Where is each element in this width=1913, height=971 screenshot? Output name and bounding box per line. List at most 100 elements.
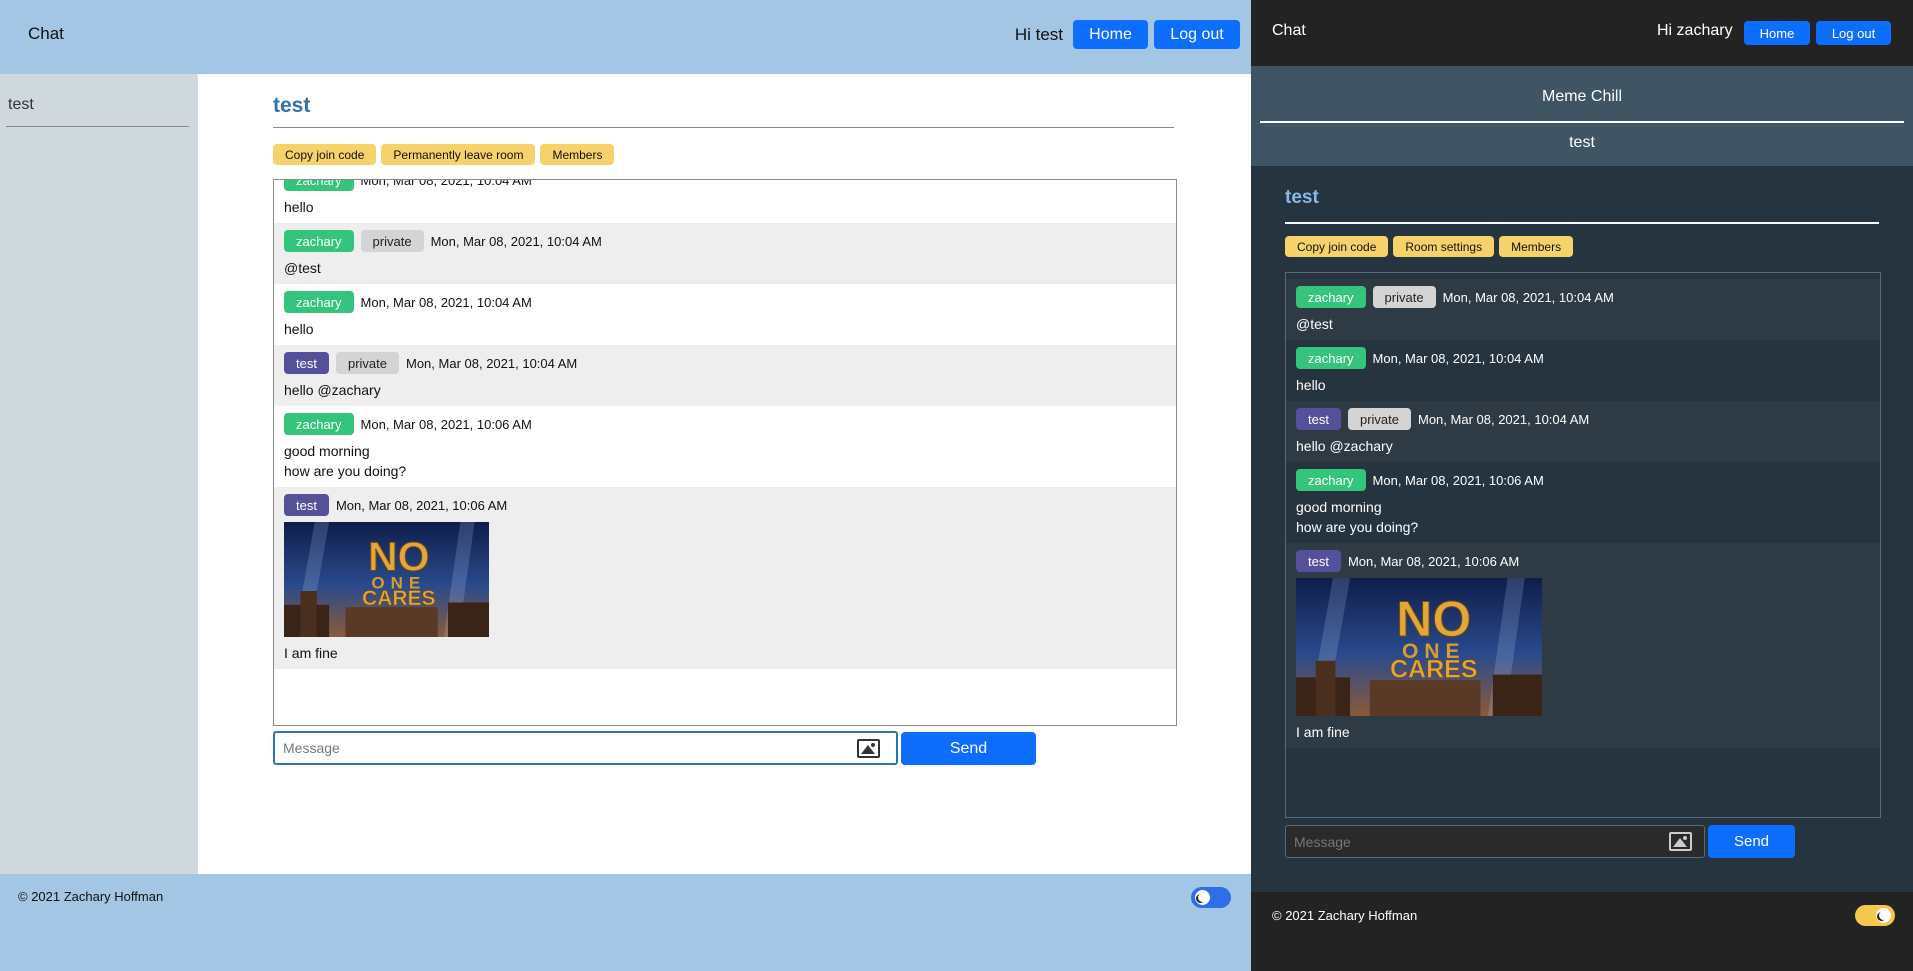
message-header: test Mon, Mar 08, 2021, 10:06 AM <box>284 494 1166 516</box>
username-badge[interactable]: zachary <box>1296 347 1366 369</box>
room-sidebar: test <box>0 74 198 874</box>
message-list[interactable]: zachary Mon, Mar 08, 2021, 10:04 AM hello z… <box>273 179 1177 726</box>
room-settings-button[interactable]: Room settings <box>1393 236 1495 257</box>
message-image[interactable]: NO ONE CARES <box>1296 578 1542 716</box>
message-item: test private Mon, Mar 08, 2021, 10:04 AM he… <box>274 345 1176 406</box>
message-header: zachary Mon, Mar 08, 2021, 10:06 AM <box>284 413 1166 435</box>
logout-button[interactable]: Log out <box>1816 21 1891 45</box>
divider <box>6 126 189 127</box>
username-badge[interactable]: zachary <box>284 413 354 435</box>
username-badge[interactable]: zachary <box>284 230 354 252</box>
message-text: hello @zachary <box>284 382 381 398</box>
leave-room-button[interactable]: Permanently leave room <box>381 144 536 165</box>
room-item-meme-chill[interactable]: Meme Chill <box>1251 88 1913 106</box>
message-input[interactable] <box>283 733 780 763</box>
message-timestamp: Mon, Mar 08, 2021, 10:04 AM <box>1418 411 1590 427</box>
room-title: test <box>273 94 311 117</box>
footer: © 2021 Zachary Hoffman <box>1251 892 1913 971</box>
room-list: Meme Chill test <box>1251 66 1913 166</box>
message-text: @test <box>284 260 321 276</box>
logout-button[interactable]: Log out <box>1154 20 1240 49</box>
copy-join-code-button[interactable]: Copy join code <box>273 144 377 165</box>
username-badge[interactable]: test <box>1296 550 1341 572</box>
message-item: test Mon, Mar 08, 2021, 10:06 AM NO ONE CARE… <box>274 487 1176 669</box>
send-button[interactable]: Send <box>1708 825 1795 858</box>
brand-link[interactable]: Chat <box>1272 22 1306 40</box>
message-item: zachary Mon, Mar 08, 2021, 10:06 AM good m… <box>274 406 1176 487</box>
message-item: zachary Mon, Mar 08, 2021, 10:04 AM hello <box>1286 340 1880 401</box>
message-image[interactable]: NO ONE CARES <box>284 522 489 637</box>
main-content: test Copy join code Permanently leave ro… <box>198 74 1251 874</box>
message-composer <box>273 731 898 765</box>
message-text: I am fine <box>1296 724 1350 740</box>
username-badge[interactable]: test <box>284 494 329 516</box>
image-upload-icon[interactable] <box>857 739 880 758</box>
message-header: zachary Mon, Mar 08, 2021, 10:04 AM <box>284 180 1166 191</box>
room-actions: Copy join code Permanently leave room Me… <box>273 144 615 165</box>
message-timestamp: Mon, Mar 08, 2021, 10:04 AM <box>1372 350 1544 366</box>
members-button[interactable]: Members <box>540 144 615 165</box>
message-timestamp: Mon, Mar 08, 2021, 10:06 AM <box>335 497 508 513</box>
username-badge[interactable]: zachary <box>1296 469 1366 491</box>
message-text: hello <box>284 199 314 215</box>
message-text: I am fine <box>284 645 338 661</box>
room-title: test <box>1285 187 1319 208</box>
message-header: zachary private Mon, Mar 08, 2021, 10:04 A… <box>1296 286 1870 308</box>
private-badge: private <box>360 230 424 252</box>
navbar: Chat Hi zachary Home Log out <box>1251 0 1913 66</box>
message-header: test private Mon, Mar 08, 2021, 10:04 AM <box>284 352 1166 374</box>
sidebar-item-test[interactable]: test <box>8 96 34 114</box>
username-badge[interactable]: zachary <box>1296 286 1366 308</box>
greeting-text: Hi test <box>1014 25 1063 44</box>
copy-join-code-button[interactable]: Copy join code <box>1285 236 1389 257</box>
moon-icon <box>1876 908 1891 923</box>
message-timestamp: Mon, Mar 08, 2021, 10:06 AM <box>1347 553 1520 569</box>
message-header: test Mon, Mar 08, 2021, 10:06 AM <box>1296 550 1870 572</box>
message-timestamp: Mon, Mar 08, 2021, 10:04 AM <box>1442 289 1614 305</box>
copyright-text: © 2021 Zachary Hoffman <box>18 889 164 904</box>
username-badge[interactable]: zachary <box>284 180 354 191</box>
dark-theme-panel: Chat Hi zachary Home Log out Meme Chill … <box>1251 0 1913 971</box>
svg-text:CARES: CARES <box>1390 655 1478 683</box>
username-badge[interactable]: test <box>1296 408 1341 430</box>
message-text: good morning <box>1296 499 1382 515</box>
brand-link[interactable]: Chat <box>28 24 64 44</box>
message-timestamp: Mon, Mar 08, 2021, 10:06 AM <box>360 416 532 432</box>
svg-text:CARES: CARES <box>362 587 436 610</box>
message-text: hello <box>284 321 314 337</box>
message-item: zachary Mon, Mar 08, 2021, 10:06 AM good m… <box>1286 462 1880 543</box>
home-button[interactable]: Home <box>1744 21 1810 45</box>
home-button[interactable]: Home <box>1073 20 1148 49</box>
username-badge[interactable]: test <box>284 352 329 374</box>
members-button[interactable]: Members <box>1499 236 1574 257</box>
message-header: zachary private Mon, Mar 08, 2021, 10:04 A… <box>284 230 1166 252</box>
message-item: zachary Mon, Mar 08, 2021, 10:04 AM hello <box>274 180 1176 223</box>
message-timestamp: Mon, Mar 08, 2021, 10:04 AM <box>406 355 578 371</box>
message-header: zachary Mon, Mar 08, 2021, 10:04 AM <box>1296 347 1870 369</box>
send-button[interactable]: Send <box>901 732 1036 765</box>
dark-mode-toggle[interactable] <box>1191 887 1231 908</box>
private-badge: private <box>1347 408 1411 430</box>
message-list[interactable]: zachary private Mon, Mar 08, 2021, 10:04 A… <box>1285 272 1881 818</box>
svg-text:NO: NO <box>368 533 430 579</box>
message-text: good morning <box>284 443 370 459</box>
message-item: zachary Mon, Mar 08, 2021, 10:04 AM hello <box>274 284 1176 345</box>
message-input[interactable] <box>1294 826 1629 857</box>
room-item-test[interactable]: test <box>1251 134 1913 152</box>
room-actions: Copy join code Room settings Members <box>1285 236 1574 257</box>
divider <box>273 127 1174 128</box>
navbar: Chat Hi test Home Log out <box>0 0 1251 74</box>
image-upload-icon[interactable] <box>1669 832 1692 851</box>
light-theme-panel: Chat Hi test Home Log out test test Copy… <box>0 0 1251 971</box>
message-item: test private Mon, Mar 08, 2021, 10:04 AM he… <box>1286 401 1880 462</box>
footer: © 2021 Zachary Hoffman <box>0 874 1251 971</box>
message-text: @test <box>1296 316 1333 332</box>
message-header: zachary Mon, Mar 08, 2021, 10:04 AM <box>284 291 1166 313</box>
greeting-text: Hi zachary <box>1657 22 1733 39</box>
message-timestamp: Mon, Mar 08, 2021, 10:04 AM <box>360 294 532 310</box>
dark-mode-toggle[interactable] <box>1855 905 1895 926</box>
message-item: zachary private Mon, Mar 08, 2021, 10:04 A… <box>274 223 1176 284</box>
moon-icon <box>1195 890 1210 905</box>
username-badge[interactable]: zachary <box>284 291 354 313</box>
message-header: zachary Mon, Mar 08, 2021, 10:06 AM <box>1296 469 1870 491</box>
